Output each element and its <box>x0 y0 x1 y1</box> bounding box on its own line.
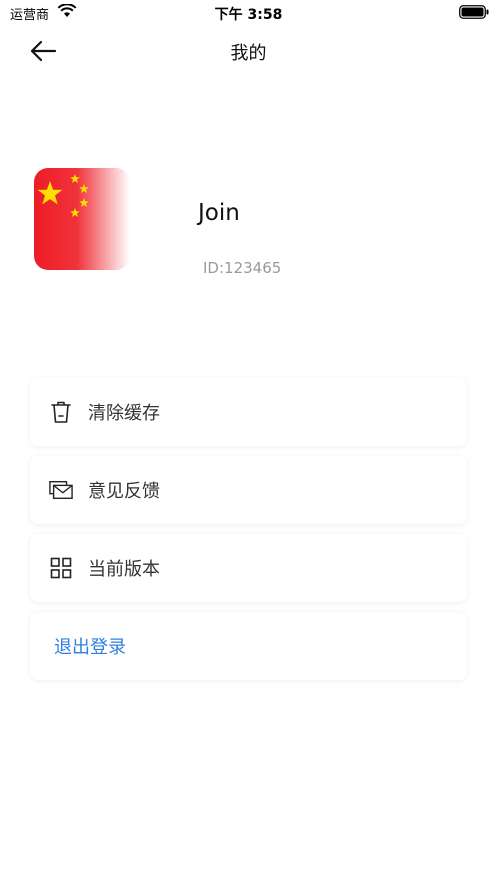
feedback-label: 意见反馈 <box>88 481 160 502</box>
page-title: 我的 <box>230 43 267 64</box>
logout-label: 退出登录 <box>54 637 126 658</box>
status-time: 下午 3:58 <box>214 7 283 23</box>
nav-bar: 我的 <box>0 26 497 76</box>
user-id: ID:123465 <box>203 259 282 277</box>
clear-cache-label: 清除缓存 <box>88 403 160 424</box>
grid-icon <box>49 556 73 580</box>
status-bar: 运营商 下午 3:58 <box>0 0 497 26</box>
username: Join <box>198 200 240 226</box>
logout-button[interactable]: 退出登录 <box>30 612 467 680</box>
mail-icon <box>49 478 73 502</box>
trash-icon <box>49 400 73 424</box>
version-item[interactable]: 当前版本 <box>30 534 467 602</box>
feedback-item[interactable]: 意见反馈 <box>30 456 467 524</box>
clear-cache-item[interactable]: 清除缓存 <box>30 378 467 446</box>
battery-icon <box>459 5 489 19</box>
settings-menu: 清除缓存 意见反馈 当前版本 退出登录 <box>30 378 467 690</box>
version-label: 当前版本 <box>88 559 160 580</box>
china-flag-image <box>34 168 130 270</box>
avatar[interactable] <box>34 168 130 270</box>
